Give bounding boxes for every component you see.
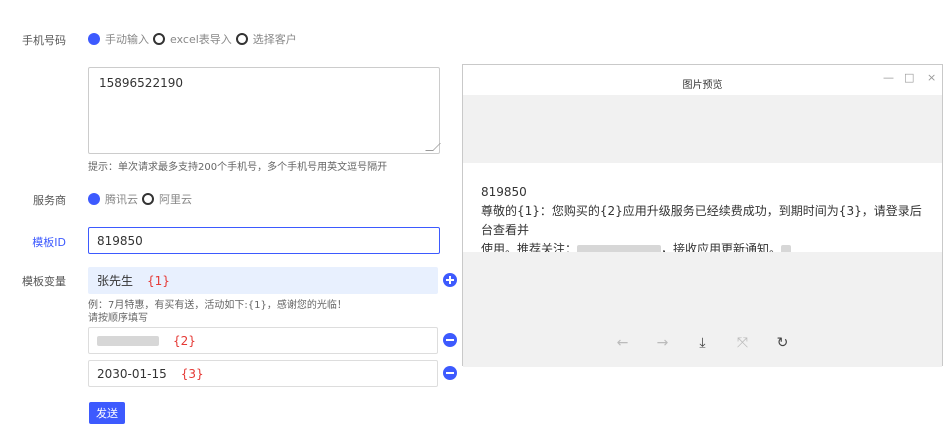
- preview-titlebar[interactable]: 图片预览 — □ ×: [463, 65, 942, 95]
- variable-input-3[interactable]: 2030-01-15 {3}: [88, 360, 438, 387]
- variable-1-tag: {1}: [147, 273, 170, 288]
- radio-select-customer[interactable]: [235, 33, 248, 45]
- variable-3-value: 2030-01-15: [97, 366, 167, 381]
- variable-2-tag: {2}: [173, 333, 196, 348]
- preview-image-content: 819850 尊敬的{1}：您购买的{2}应用升级服务已经续费成功，到期时间为{…: [463, 163, 942, 256]
- preview-title: 图片预览: [682, 80, 723, 91]
- radio-aliyun-label[interactable]: 阿里云: [159, 191, 192, 207]
- radio-tencent[interactable]: [88, 193, 100, 205]
- phone-hint: 提示：单次请求最多支持200个手机号，多个手机号用英文逗号隔开: [88, 162, 388, 173]
- provider-label: 服务商: [33, 194, 66, 207]
- next-arrow-icon[interactable]: →: [654, 335, 672, 351]
- fit-screen-icon[interactable]: ⤧: [734, 335, 752, 351]
- variable-input-1[interactable]: 张先生 {1}: [88, 267, 438, 294]
- template-id-value: 819850: [97, 233, 143, 248]
- radio-aliyun[interactable]: [142, 193, 154, 205]
- variable-hint-order: 请按顺序填写: [88, 313, 148, 324]
- maximize-icon[interactable]: □: [904, 71, 914, 84]
- provider-group: 腾讯云 阿里云: [88, 191, 196, 207]
- template-var-label: 模板变量: [22, 275, 66, 288]
- radio-select-customer-label[interactable]: 选择客户: [253, 31, 297, 47]
- phone-label: 手机号码: [22, 34, 66, 47]
- variable-input-2[interactable]: {2}: [88, 327, 438, 354]
- resize-grip-icon[interactable]: [425, 143, 441, 151]
- template-id-label: 模板ID: [32, 236, 66, 249]
- phone-textarea-value: 15896522190: [99, 76, 183, 90]
- variable-3-tag: {3}: [180, 366, 204, 381]
- image-preview-window: 图片预览 — □ × 819850 尊敬的{1}：您购买的{2}应用升级服务已经…: [462, 64, 943, 367]
- download-icon[interactable]: ⤓: [694, 335, 712, 351]
- preview-line-message: 尊敬的{1}：您购买的{2}应用升级服务已经续费成功，到期时间为{3}，请登录后…: [481, 204, 922, 237]
- radio-excel-import[interactable]: [153, 33, 165, 45]
- preview-toolbar: ← → ⤓ ⤧ ↻: [463, 333, 942, 353]
- radio-manual-input[interactable]: [88, 33, 100, 45]
- remove-variable-3-icon[interactable]: [443, 366, 457, 380]
- radio-tencent-label[interactable]: 腾讯云: [105, 191, 138, 207]
- variable-2-blurred-value: [97, 335, 159, 346]
- add-variable-icon[interactable]: [443, 273, 457, 287]
- radio-manual-input-label[interactable]: 手动输入: [105, 31, 149, 47]
- phone-mode-group: 手动输入 excel表导入 选择客户: [88, 31, 301, 47]
- radio-excel-import-label[interactable]: excel表导入: [170, 31, 232, 47]
- send-button[interactable]: 发送: [89, 402, 125, 424]
- template-id-input[interactable]: 819850: [88, 227, 440, 254]
- variable-1-value: 张先生: [97, 274, 134, 288]
- rotate-icon[interactable]: ↻: [774, 335, 792, 351]
- prev-arrow-icon[interactable]: ←: [614, 335, 632, 351]
- close-icon[interactable]: ×: [927, 71, 936, 84]
- preview-backdrop-top: [463, 95, 942, 163]
- minimize-icon[interactable]: —: [883, 71, 894, 84]
- remove-variable-2-icon[interactable]: [443, 333, 457, 347]
- phone-textarea[interactable]: 15896522190: [88, 67, 441, 154]
- preview-line-id: 819850: [481, 185, 527, 199]
